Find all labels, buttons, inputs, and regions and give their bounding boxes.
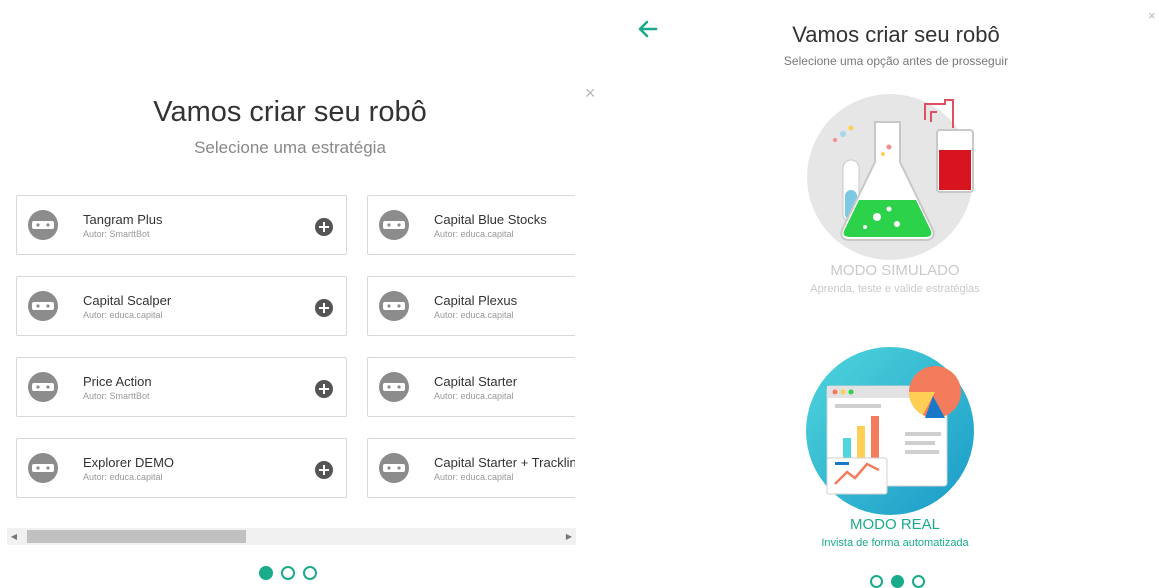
strategy-name: Capital Scalper bbox=[83, 293, 172, 308]
add-icon[interactable] bbox=[315, 380, 333, 398]
robot-icon bbox=[379, 210, 409, 240]
robot-icon bbox=[28, 372, 58, 402]
close-icon[interactable]: × bbox=[585, 84, 596, 102]
strategy-name: Capital Plexus bbox=[434, 293, 518, 308]
strategy-name: Capital Starter + Trackling bbox=[434, 455, 575, 470]
simulated-mode-option[interactable]: MODO SIMULADO Aprenda, teste e valide es… bbox=[760, 92, 1030, 295]
strategy-card[interactable]: Capital Scalper Autor: educa.capital bbox=[16, 276, 347, 336]
pagination-dot[interactable] bbox=[281, 566, 295, 580]
scrollbar-thumb[interactable] bbox=[27, 530, 246, 543]
strategy-author: Autor: SmarttBot bbox=[83, 229, 150, 239]
lab-flask-illustration bbox=[807, 94, 974, 260]
scroll-right-icon[interactable]: ▶ bbox=[562, 528, 576, 545]
strategy-selection-panel: × Vamos criar seu robô Selecione uma est… bbox=[0, 0, 610, 588]
add-icon[interactable] bbox=[315, 218, 333, 236]
robot-icon bbox=[379, 453, 409, 483]
strategy-author: Autor: educa.capital bbox=[434, 391, 514, 401]
strategy-card[interactable]: Tangram Plus Autor: SmarttBot bbox=[16, 195, 347, 255]
strategy-card[interactable]: Capital Blue Stocks Autor: educa.capital bbox=[367, 195, 575, 255]
strategy-author: Autor: educa.capital bbox=[83, 310, 163, 320]
strategy-name: Explorer DEMO bbox=[83, 455, 175, 470]
strategy-author: Autor: SmarttBot bbox=[83, 391, 150, 401]
page-title: Vamos criar seu robô bbox=[792, 22, 1000, 47]
page-subtitle: Selecione uma estratégia bbox=[194, 138, 386, 157]
strategy-card[interactable]: Capital Starter + Trackling Autor: educa… bbox=[367, 438, 575, 498]
horizontal-scrollbar[interactable]: ◀ ▶ bbox=[7, 528, 576, 545]
strategy-author: Autor: educa.capital bbox=[434, 472, 514, 482]
trading-dashboard-illustration bbox=[806, 347, 974, 515]
robot-icon bbox=[28, 291, 58, 321]
robot-icon bbox=[379, 372, 409, 402]
mode-selection-panel: × Vamos criar seu robô Selecione uma opç… bbox=[620, 0, 1159, 588]
page-title: Vamos criar seu robô bbox=[153, 96, 427, 128]
robot-icon bbox=[28, 210, 58, 240]
pagination-dots bbox=[870, 575, 925, 588]
strategy-card[interactable]: Explorer DEMO Autor: educa.capital bbox=[16, 438, 347, 498]
add-icon[interactable] bbox=[315, 299, 333, 317]
strategy-card[interactable]: Price Action Autor: SmarttBot bbox=[16, 357, 347, 417]
simulated-mode-title: MODO SIMULADO bbox=[830, 262, 960, 279]
real-mode-title: MODO REAL bbox=[849, 516, 940, 533]
robot-icon bbox=[28, 453, 58, 483]
real-mode-description: Invista de forma automatizada bbox=[821, 537, 969, 549]
strategy-author: Autor: educa.capital bbox=[434, 310, 514, 320]
pagination-dot[interactable] bbox=[259, 566, 273, 580]
pagination-dot[interactable] bbox=[870, 575, 883, 588]
add-icon[interactable] bbox=[315, 461, 333, 479]
pagination-dot[interactable] bbox=[912, 575, 925, 588]
page-subtitle: Selecione uma opção antes de prosseguir bbox=[783, 54, 1009, 68]
strategy-author: Autor: educa.capital bbox=[434, 229, 514, 239]
pagination-dots bbox=[259, 566, 317, 580]
simulated-mode-description: Aprenda, teste e valide estratégias bbox=[810, 283, 980, 295]
close-icon[interactable]: × bbox=[1148, 8, 1156, 23]
strategy-author: Autor: educa.capital bbox=[83, 472, 163, 482]
strategy-name: Tangram Plus bbox=[83, 212, 163, 227]
strategy-name: Capital Starter bbox=[434, 374, 518, 389]
strategy-list: Tangram Plus Autor: SmarttBot Capital Bl… bbox=[16, 195, 575, 510]
pagination-dot[interactable] bbox=[303, 566, 317, 580]
strategy-card[interactable]: Capital Starter Autor: educa.capital bbox=[367, 357, 575, 417]
strategy-name: Capital Blue Stocks bbox=[434, 212, 547, 227]
robot-icon bbox=[379, 291, 409, 321]
real-mode-option[interactable]: MODO REAL Invista de forma automatizada bbox=[760, 346, 1030, 549]
pagination-dot[interactable] bbox=[891, 575, 904, 588]
strategy-name: Price Action bbox=[83, 374, 152, 389]
scroll-left-icon[interactable]: ◀ bbox=[7, 528, 21, 545]
strategy-card[interactable]: Capital Plexus Autor: educa.capital bbox=[367, 276, 575, 336]
